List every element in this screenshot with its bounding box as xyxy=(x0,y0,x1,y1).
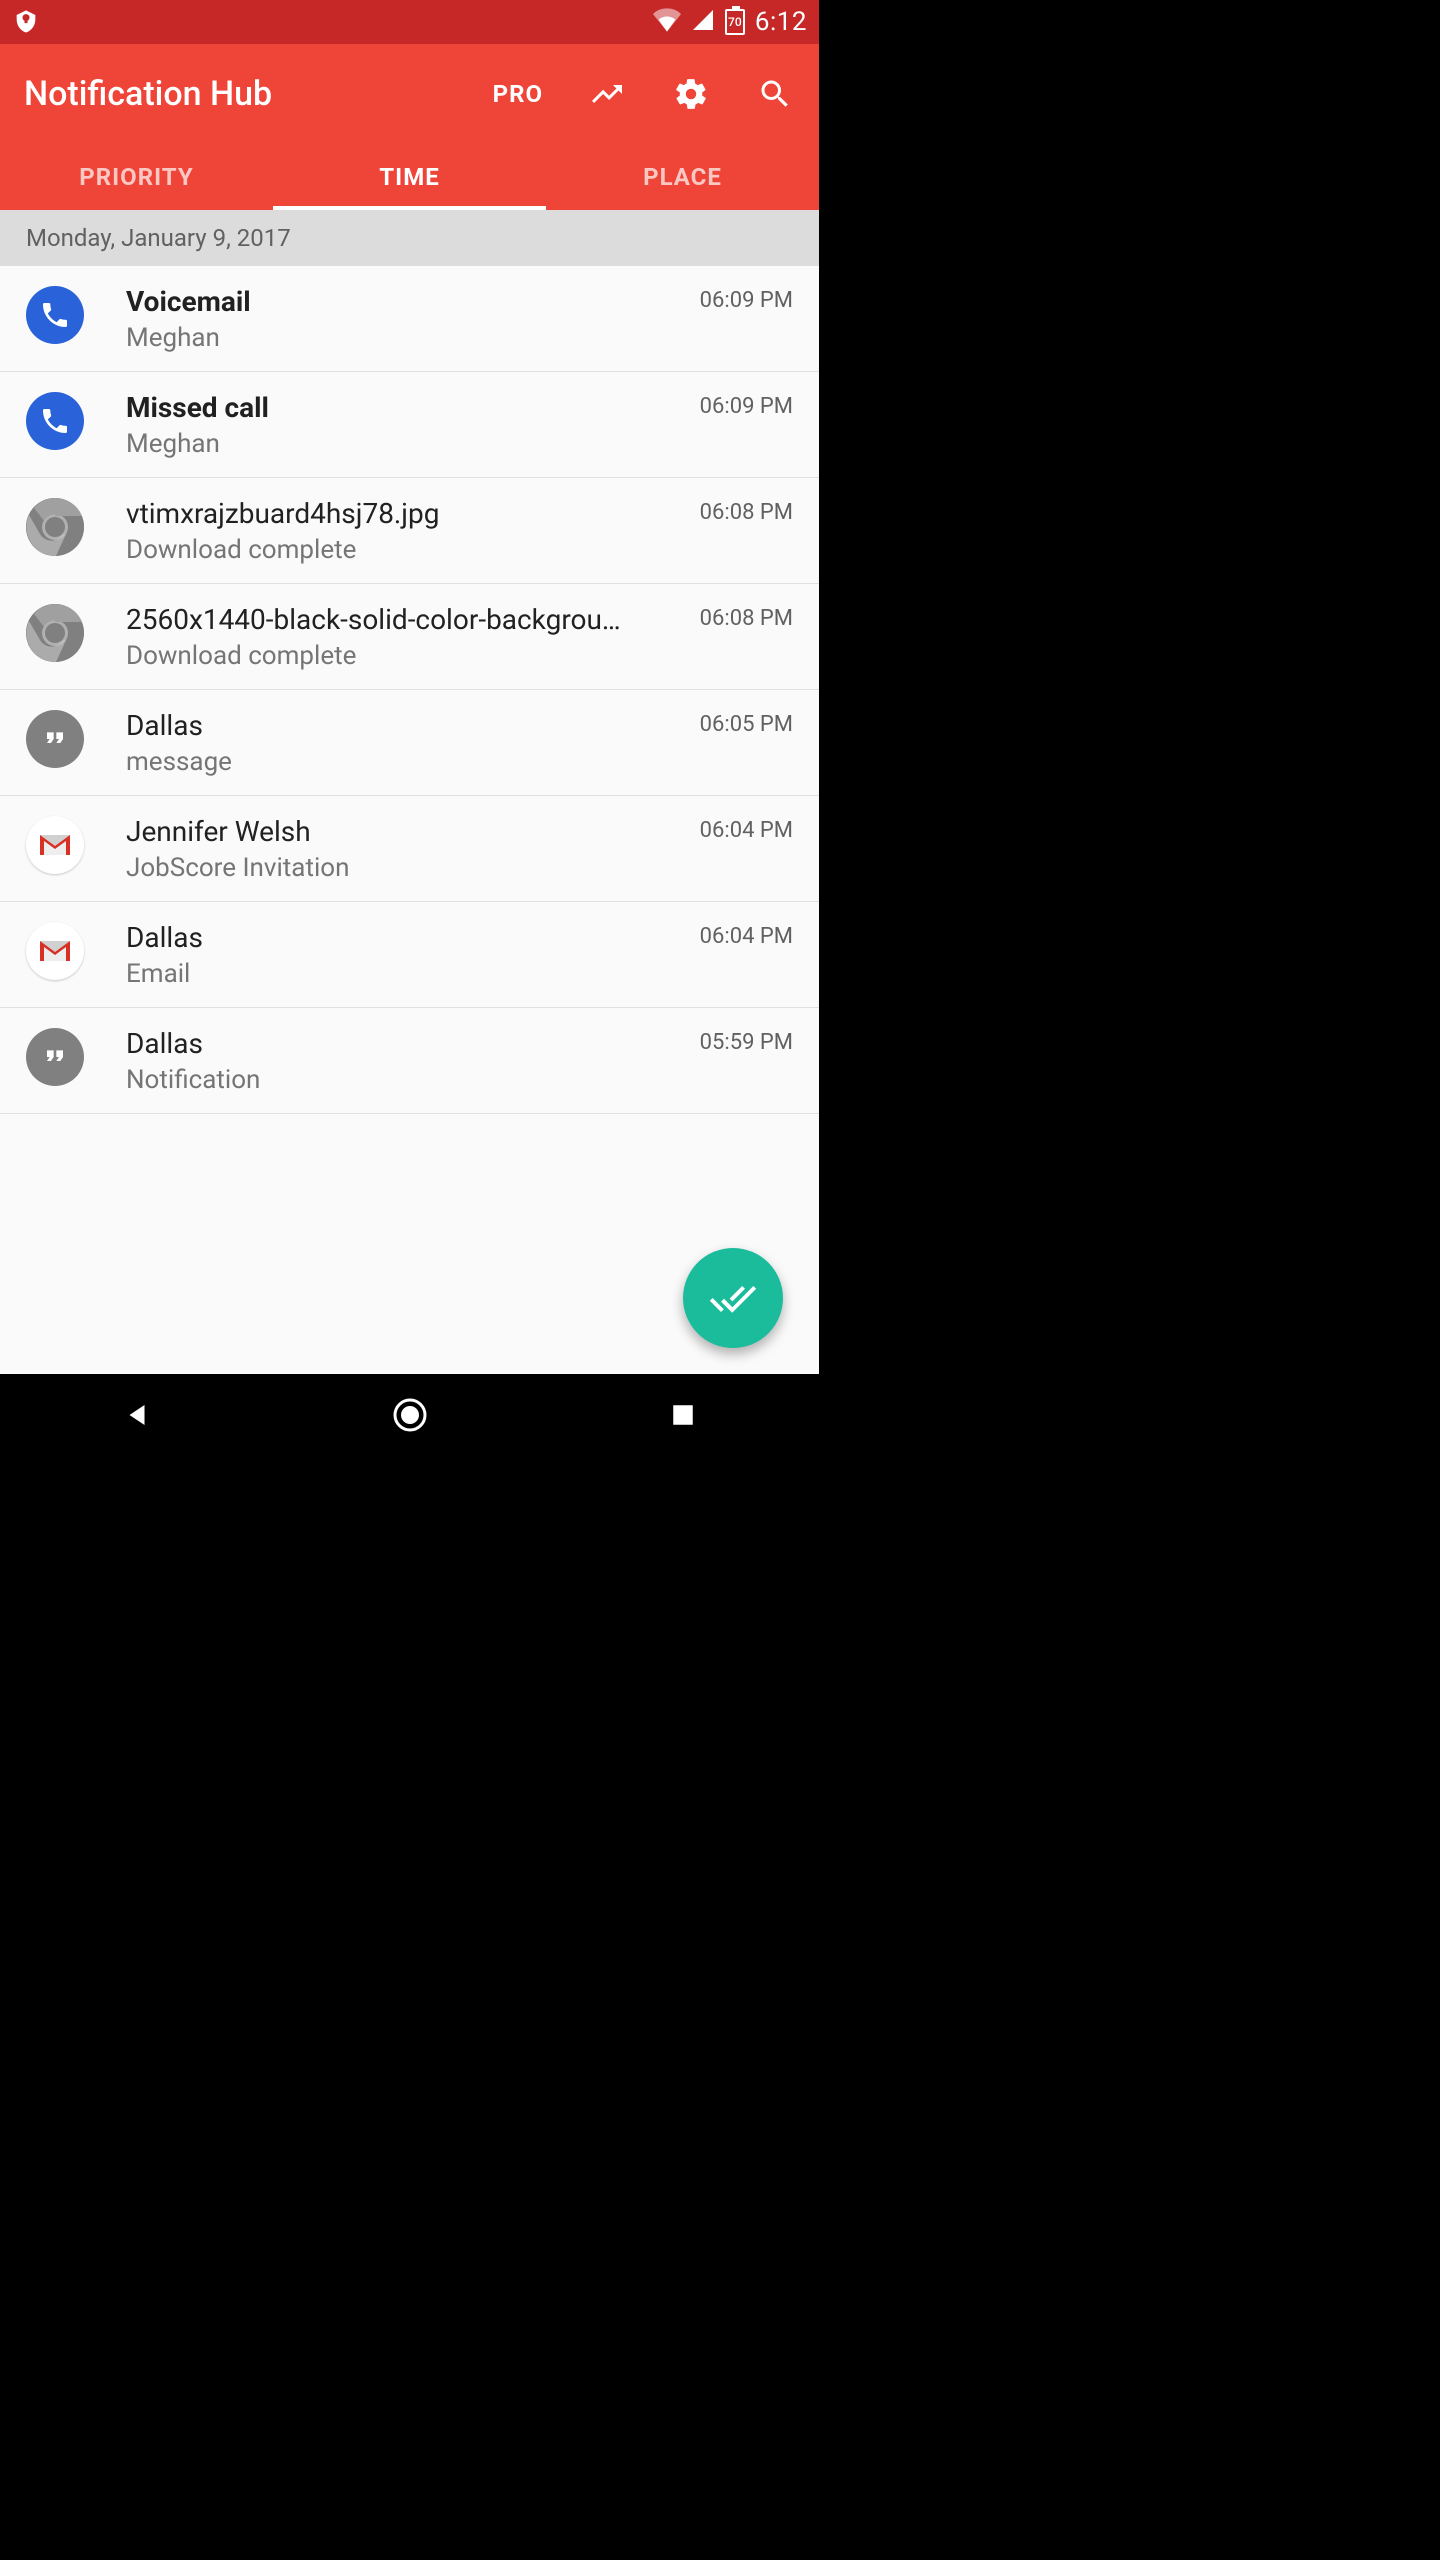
search-icon[interactable] xyxy=(755,74,795,114)
notification-row[interactable]: 2560x1440-black-solid-color-backgrou… Dow… xyxy=(0,584,819,690)
gmail-icon xyxy=(26,922,84,980)
notification-time: 06:09 PM xyxy=(700,394,793,419)
screen: 70 6:12 Notification Hub PRO PRIORITY xyxy=(0,0,819,1456)
signal-icon xyxy=(691,8,715,36)
phone-icon xyxy=(26,286,84,344)
navigation-bar xyxy=(0,1374,819,1456)
notification-title: Voicemail xyxy=(126,284,690,319)
fab-mark-read[interactable] xyxy=(683,1248,783,1348)
notification-subtitle: Download complete xyxy=(126,641,690,671)
notification-body: Dallas Email xyxy=(126,920,690,989)
date-header: Monday, January 9, 2017 xyxy=(0,210,819,266)
status-right: 70 6:12 xyxy=(653,7,807,37)
notification-title: Dallas xyxy=(126,920,690,955)
notification-body: Dallas Notification xyxy=(126,1026,690,1095)
notification-title: 2560x1440-black-solid-color-backgrou… xyxy=(126,602,690,637)
hangouts-icon xyxy=(26,1028,84,1086)
notification-time: 06:04 PM xyxy=(700,818,793,843)
hangouts-icon xyxy=(26,710,84,768)
notification-title: vtimxrajzbuard4hsj78.jpg xyxy=(126,496,690,531)
tab-priority[interactable]: PRIORITY xyxy=(0,144,273,210)
gmail-icon xyxy=(26,816,84,874)
notification-row[interactable]: Dallas Email 06:04 PM xyxy=(0,902,819,1008)
status-time: 6:12 xyxy=(755,7,807,37)
nav-back[interactable] xyxy=(117,1395,157,1435)
tabs: PRIORITY TIME PLACE xyxy=(0,144,819,210)
battery-icon: 70 xyxy=(725,9,745,35)
notification-subtitle: Meghan xyxy=(126,323,690,353)
notification-subtitle: message xyxy=(126,747,690,777)
notification-title: Missed call xyxy=(126,390,690,425)
trending-icon[interactable] xyxy=(587,74,627,114)
status-bar: 70 6:12 xyxy=(0,0,819,44)
notification-row[interactable]: Jennifer Welsh JobScore Invitation 06:04 P… xyxy=(0,796,819,902)
notification-subtitle: Download complete xyxy=(126,535,690,565)
notification-time: 06:04 PM xyxy=(700,924,793,949)
notification-body: Missed call Meghan xyxy=(126,390,690,459)
status-left xyxy=(12,8,40,36)
tab-time[interactable]: TIME xyxy=(273,144,546,210)
chrome-icon xyxy=(26,604,84,662)
tab-place[interactable]: PLACE xyxy=(546,144,819,210)
notification-body: Dallas message xyxy=(126,708,690,777)
notification-app-icon xyxy=(12,8,40,36)
notification-time: 06:09 PM xyxy=(700,288,793,313)
pro-button[interactable]: PRO xyxy=(493,80,543,108)
battery-level: 70 xyxy=(728,15,742,29)
notification-subtitle: Notification xyxy=(126,1065,690,1095)
notification-row[interactable]: Voicemail Meghan 06:09 PM xyxy=(0,266,819,372)
notification-row[interactable]: vtimxrajzbuard4hsj78.jpg Download complet… xyxy=(0,478,819,584)
notification-time: 06:05 PM xyxy=(700,712,793,737)
notification-title: Dallas xyxy=(126,1026,690,1061)
notification-body: 2560x1440-black-solid-color-backgrou… Dow… xyxy=(126,602,690,671)
notification-row[interactable]: Dallas message 06:05 PM xyxy=(0,690,819,796)
notification-time: 05:59 PM xyxy=(700,1030,793,1055)
notification-row[interactable]: Missed call Meghan 06:09 PM xyxy=(0,372,819,478)
nav-recent[interactable] xyxy=(663,1395,703,1435)
app-bar-actions: PRO xyxy=(493,74,795,114)
notification-row[interactable]: Dallas Notification 05:59 PM xyxy=(0,1008,819,1114)
notification-title: Dallas xyxy=(126,708,690,743)
app-bar: Notification Hub PRO PRIORITY TIME PLACE xyxy=(0,44,819,210)
notification-time: 06:08 PM xyxy=(700,606,793,631)
notification-subtitle: Meghan xyxy=(126,429,690,459)
chrome-icon xyxy=(26,498,84,556)
notification-body: vtimxrajzbuard4hsj78.jpg Download complet… xyxy=(126,496,690,565)
app-bar-top: Notification Hub PRO xyxy=(0,44,819,144)
nav-home[interactable] xyxy=(390,1395,430,1435)
notification-list[interactable]: Voicemail Meghan 06:09 PM Missed call Meghan… xyxy=(0,266,819,1374)
app-title: Notification Hub xyxy=(24,74,493,114)
notification-title: Jennifer Welsh xyxy=(126,814,690,849)
notification-body: Jennifer Welsh JobScore Invitation xyxy=(126,814,690,883)
notification-subtitle: Email xyxy=(126,959,690,989)
notification-body: Voicemail Meghan xyxy=(126,284,690,353)
gear-icon[interactable] xyxy=(671,74,711,114)
wifi-icon xyxy=(653,8,681,36)
phone-icon xyxy=(26,392,84,450)
notification-subtitle: JobScore Invitation xyxy=(126,853,690,883)
notification-time: 06:08 PM xyxy=(700,500,793,525)
